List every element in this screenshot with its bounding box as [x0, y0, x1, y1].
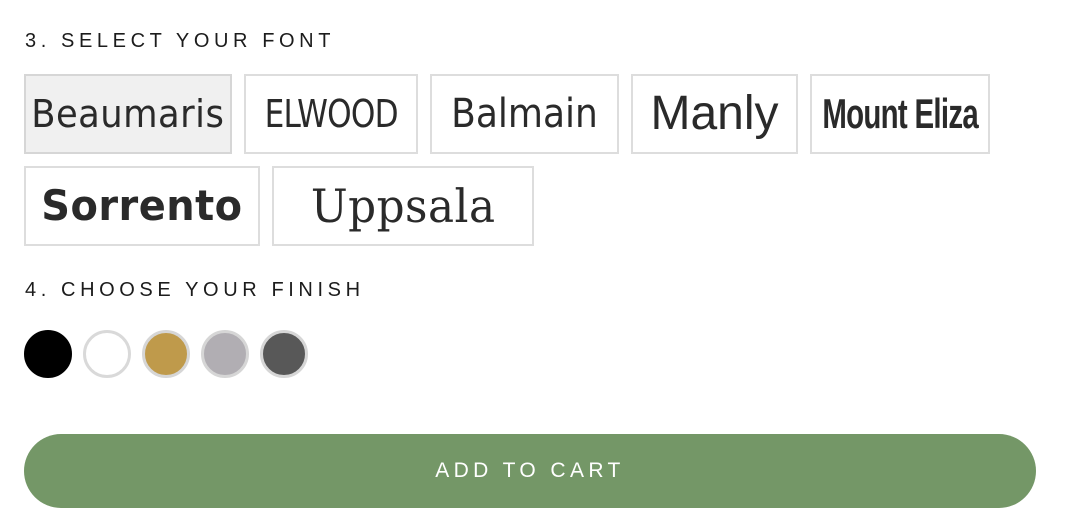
- finish-swatch-silver[interactable]: [201, 330, 249, 378]
- font-option-label: Mount Eliza: [822, 90, 978, 137]
- font-option-label: Manly: [650, 87, 779, 140]
- font-option-label: Balmain: [451, 91, 598, 137]
- add-to-cart-button[interactable]: ADD TO CART: [24, 434, 1036, 508]
- font-option-mount-eliza[interactable]: Mount Eliza: [810, 74, 990, 154]
- finish-swatch-gold[interactable]: [142, 330, 190, 378]
- font-option-label: ELWOOD: [264, 92, 398, 136]
- font-option-label: Sorrento: [41, 181, 243, 230]
- font-option-manly[interactable]: Manly: [631, 74, 798, 154]
- finish-swatch-graphite[interactable]: [260, 330, 308, 378]
- font-option-uppsala[interactable]: Uppsala: [272, 166, 534, 246]
- font-option-label: Beaumaris: [31, 92, 225, 136]
- font-option-balmain[interactable]: Balmain: [430, 74, 619, 154]
- finish-swatch-white[interactable]: [83, 330, 131, 378]
- font-option-elwood[interactable]: ELWOOD: [244, 74, 418, 154]
- font-option-beaumaris[interactable]: Beaumaris: [24, 74, 232, 154]
- font-section-heading: 3. SELECT YOUR FONT: [25, 30, 336, 52]
- font-option-sorrento[interactable]: Sorrento: [24, 166, 260, 246]
- font-option-label: Uppsala: [310, 179, 496, 233]
- finish-swatch-black[interactable]: [24, 330, 72, 378]
- finish-section-heading: 4. CHOOSE YOUR FINISH: [25, 279, 365, 301]
